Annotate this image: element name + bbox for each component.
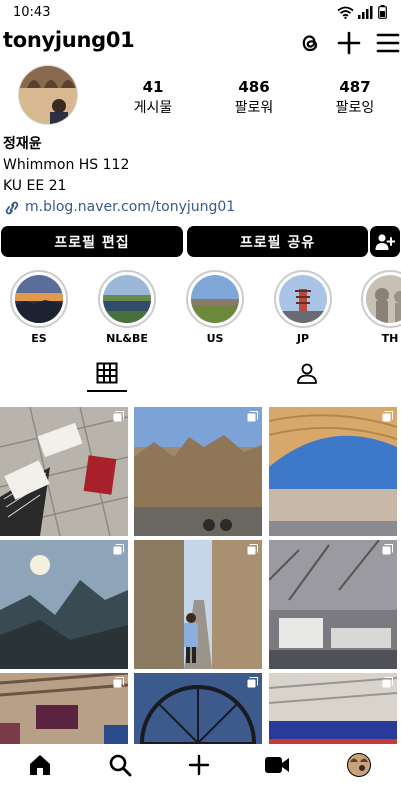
plus-icon[interactable] (336, 30, 362, 56)
signal-icon (358, 6, 373, 19)
highlight-nl-be[interactable]: NL&BE (97, 270, 157, 345)
post-thumbnail[interactable] (269, 673, 397, 747)
carousel-icon (382, 544, 393, 555)
post-thumbnail[interactable] (134, 407, 262, 536)
highlight-es[interactable]: ES (9, 270, 69, 345)
bottom-navigation (0, 744, 401, 787)
stat-following-value: 487 (339, 78, 371, 96)
username[interactable]: tonyjung01 (3, 28, 135, 52)
display-name: 정재윤 (3, 136, 42, 152)
battery-icon (378, 5, 387, 19)
profile-bio: 정재윤 Whimmon HS 112 KU EE 21 m.blog.naver… (3, 134, 235, 218)
threads-icon[interactable] (297, 30, 323, 56)
carousel-icon (113, 411, 124, 422)
carousel-icon (247, 677, 258, 688)
post-thumbnail[interactable] (269, 540, 397, 669)
highlight-jp[interactable]: JP (273, 270, 333, 345)
post-thumbnail[interactable] (269, 407, 397, 536)
highlight-label: NL&BE (106, 332, 148, 345)
carousel-icon (382, 411, 393, 422)
profile-avatar[interactable] (18, 65, 78, 125)
share-profile-button[interactable]: 프로필 공유 (187, 226, 368, 257)
edit-profile-button[interactable]: 프로필 편집 (1, 226, 183, 257)
stat-posts-label: 게시물 (133, 100, 173, 116)
search-icon (109, 754, 132, 777)
nav-create[interactable] (186, 752, 212, 778)
nav-search[interactable] (107, 752, 133, 778)
carousel-icon (247, 411, 258, 422)
stat-following[interactable]: 487 팔로잉 (315, 78, 395, 117)
nav-profile[interactable] (346, 752, 372, 778)
bio-link-text: m.blog.naver.com/tonyjung01 (25, 199, 236, 215)
stat-followers-value: 486 (238, 78, 270, 96)
add-user-icon (375, 233, 395, 250)
tab-tagged[interactable] (287, 362, 327, 392)
carousel-icon (113, 544, 124, 555)
tab-posts-grid[interactable] (87, 362, 127, 392)
highlight-label: US (206, 332, 224, 345)
post-thumbnail[interactable] (0, 540, 128, 669)
bio-line: Whimmon HS 112 (3, 157, 130, 173)
bio-line: KU EE 21 (3, 178, 67, 194)
discover-people-button[interactable] (370, 226, 400, 257)
link-icon (5, 201, 19, 214)
carousel-icon (113, 677, 124, 688)
tagged-icon (297, 363, 317, 384)
grid-icon (96, 362, 118, 384)
plus-icon (188, 754, 210, 776)
highlight-label: JP (296, 332, 310, 345)
profile-avatar-small (347, 753, 371, 777)
wifi-icon (337, 6, 354, 19)
highlight-label: ES (31, 332, 47, 345)
home-icon (30, 755, 50, 775)
post-thumbnail[interactable] (0, 407, 128, 536)
profile-header: tonyjung01 (0, 26, 401, 60)
carousel-icon (382, 677, 393, 688)
highlight-label: TH (381, 332, 399, 345)
highlight-th[interactable]: TH (360, 270, 401, 345)
post-grid (0, 407, 401, 747)
active-tab-indicator (87, 390, 127, 392)
stat-posts[interactable]: 41 게시물 (113, 78, 193, 117)
status-bar: 10:43 (0, 0, 401, 26)
video-camera-icon (265, 757, 289, 773)
carousel-icon (247, 544, 258, 555)
bio-link[interactable]: m.blog.naver.com/tonyjung01 (3, 197, 235, 218)
status-icons (337, 5, 387, 19)
nav-home[interactable] (27, 752, 53, 778)
stat-followers-label: 팔로워 (234, 100, 274, 116)
nav-reels[interactable] (264, 752, 290, 778)
post-thumbnail[interactable] (134, 673, 262, 747)
stat-posts-value: 41 (142, 78, 164, 96)
post-thumbnail[interactable] (134, 540, 262, 669)
stat-following-label: 팔로잉 (335, 100, 375, 116)
post-thumbnail[interactable] (0, 673, 128, 747)
menu-icon[interactable] (375, 30, 401, 56)
stat-followers[interactable]: 486 팔로워 (214, 78, 294, 117)
highlight-us[interactable]: US (185, 270, 245, 345)
status-time: 10:43 (13, 5, 51, 20)
